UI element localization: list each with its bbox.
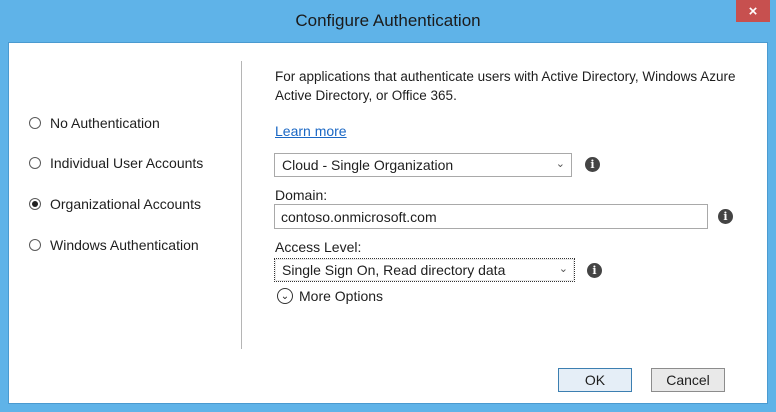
radio-label: No Authentication bbox=[50, 115, 160, 131]
radio-windows-authentication[interactable]: Windows Authentication bbox=[29, 235, 199, 255]
domain-label: Domain: bbox=[275, 187, 328, 203]
radio-button[interactable] bbox=[29, 117, 41, 129]
title-bar[interactable]: Configure Authentication × bbox=[0, 0, 776, 42]
radio-button[interactable] bbox=[29, 198, 41, 210]
radio-label: Individual User Accounts bbox=[50, 155, 204, 171]
close-button[interactable]: × bbox=[736, 0, 770, 22]
org-type-dropdown[interactable]: Cloud - Single Organization ⌄ bbox=[274, 153, 572, 177]
chevron-down-icon: ⌄ bbox=[558, 263, 568, 275]
info-icon[interactable]: i bbox=[587, 263, 602, 278]
expand-circle-icon[interactable]: ⌄ bbox=[277, 288, 293, 304]
radio-label: Windows Authentication bbox=[50, 237, 199, 253]
access-level-dropdown[interactable]: Single Sign On, Read directory data ⌄ bbox=[274, 258, 575, 282]
radio-organizational-accounts[interactable]: Organizational Accounts bbox=[29, 194, 201, 214]
radio-button[interactable] bbox=[29, 157, 41, 169]
domain-value: contoso.onmicrosoft.com bbox=[281, 208, 437, 225]
dialog-title: Configure Authentication bbox=[295, 11, 481, 30]
domain-input[interactable]: contoso.onmicrosoft.com bbox=[274, 204, 708, 229]
radio-button[interactable] bbox=[29, 239, 41, 251]
auth-type-panel: No Authentication Individual User Accoun… bbox=[9, 43, 241, 403]
dialog-window: Configure Authentication × No Authentica… bbox=[0, 0, 776, 412]
vertical-divider bbox=[241, 61, 242, 349]
radio-label: Organizational Accounts bbox=[50, 196, 201, 212]
radio-individual-user-accounts[interactable]: Individual User Accounts bbox=[29, 153, 203, 173]
access-level-value: Single Sign On, Read directory data bbox=[282, 262, 506, 278]
dialog-body: No Authentication Individual User Accoun… bbox=[8, 42, 768, 404]
access-level-label: Access Level: bbox=[275, 239, 362, 255]
chevron-down-icon: ⌄ bbox=[555, 158, 565, 170]
radio-no-authentication[interactable]: No Authentication bbox=[29, 113, 160, 133]
org-type-value: Cloud - Single Organization bbox=[282, 157, 454, 173]
info-icon[interactable]: i bbox=[585, 157, 600, 172]
more-options-label: More Options bbox=[299, 288, 384, 304]
close-icon: × bbox=[748, 2, 758, 20]
learn-more-link[interactable]: Learn more bbox=[275, 123, 347, 139]
info-icon[interactable]: i bbox=[718, 209, 733, 224]
cancel-button[interactable]: Cancel bbox=[651, 368, 725, 392]
ok-button[interactable]: OK bbox=[558, 368, 632, 392]
description-text: For applications that authenticate users… bbox=[275, 69, 736, 103]
more-options-toggle[interactable]: ⌄ More Options bbox=[277, 288, 383, 304]
